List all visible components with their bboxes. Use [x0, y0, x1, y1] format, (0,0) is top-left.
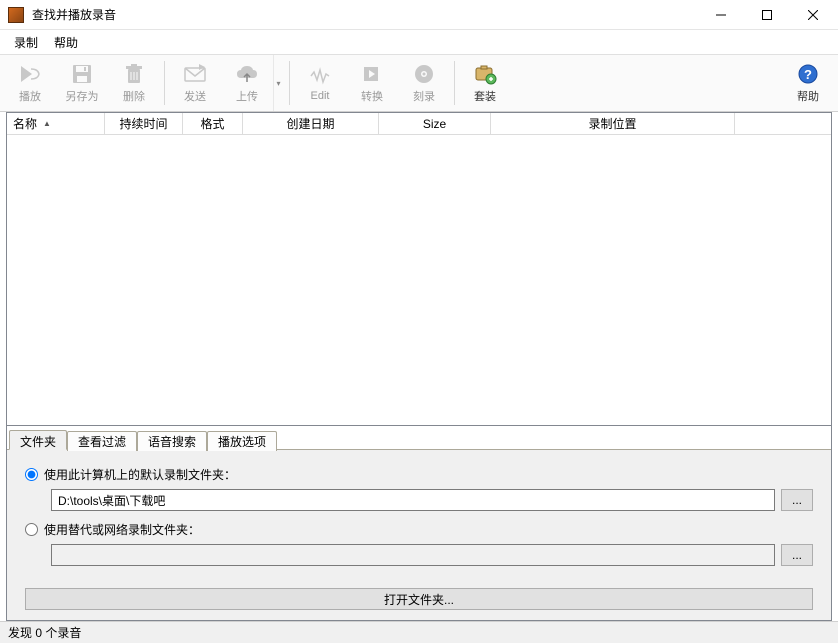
minimize-button[interactable]: [698, 0, 744, 30]
close-button[interactable]: [790, 0, 836, 30]
col-size[interactable]: Size: [379, 113, 491, 134]
list-header: 名称▲ 持续时间 格式 创建日期 Size 录制位置: [7, 113, 831, 135]
trash-icon: [120, 62, 148, 86]
edit-waveform-icon: [306, 64, 334, 88]
col-format[interactable]: 格式: [183, 113, 243, 134]
disc-icon: [410, 62, 438, 86]
browse-default-button[interactable]: ...: [781, 489, 813, 511]
bottom-panel: 文件夹 查看过滤 语音搜索 播放选项 使用此计算机上的默认录制文件夹： ... …: [6, 426, 832, 621]
recordings-list[interactable]: 名称▲ 持续时间 格式 创建日期 Size 录制位置: [6, 112, 832, 426]
minimize-icon: [716, 10, 726, 20]
suite-icon: [471, 62, 499, 86]
tab-filter[interactable]: 查看过滤: [67, 431, 137, 451]
toolbar: 播放 另存为 删除 发送 上传 ▾ Edit 转换: [0, 54, 838, 112]
convert-button[interactable]: 转换: [346, 55, 398, 111]
maximize-icon: [762, 10, 772, 20]
default-path-input[interactable]: [51, 489, 775, 511]
envelope-icon: [181, 62, 209, 86]
browse-alt-button[interactable]: ...: [781, 544, 813, 566]
folder-tab-content: 使用此计算机上的默认录制文件夹： ... 使用替代或网络录制文件夹： ...: [7, 450, 831, 584]
status-bar: 发现 0 个录音: [0, 621, 838, 643]
svg-text:?: ?: [804, 67, 812, 82]
upload-dropdown[interactable]: ▾: [273, 55, 283, 111]
sort-asc-icon: ▲: [43, 119, 51, 128]
tab-play-options[interactable]: 播放选项: [207, 431, 277, 451]
col-duration[interactable]: 持续时间: [105, 113, 183, 134]
col-location[interactable]: 录制位置: [491, 113, 735, 134]
toolbar-separator: [289, 61, 290, 105]
delete-button[interactable]: 删除: [108, 55, 160, 111]
close-icon: [808, 10, 818, 20]
default-path-row: ...: [51, 489, 813, 511]
convert-icon: [358, 62, 386, 86]
tab-folder[interactable]: 文件夹: [9, 430, 67, 450]
use-default-label[interactable]: 使用此计算机上的默认录制文件夹：: [44, 466, 236, 483]
edit-button[interactable]: Edit: [294, 55, 346, 111]
save-icon: [68, 62, 96, 86]
col-spacer: [735, 113, 831, 134]
send-button[interactable]: 发送: [169, 55, 221, 111]
help-icon: ?: [794, 62, 822, 86]
suite-button[interactable]: 套装: [459, 55, 511, 111]
upload-button[interactable]: 上传: [221, 55, 273, 111]
menu-bar: 录制 帮助: [0, 30, 838, 54]
tab-strip: 文件夹 查看过滤 语音搜索 播放选项: [7, 426, 831, 450]
use-alt-radio[interactable]: [25, 523, 38, 536]
window-title: 查找并播放录音: [30, 6, 698, 23]
title-bar: 查找并播放录音: [0, 0, 838, 30]
menu-record[interactable]: 录制: [6, 32, 46, 53]
alt-path-row: ...: [51, 544, 813, 566]
col-created[interactable]: 创建日期: [243, 113, 379, 134]
cloud-upload-icon: [233, 62, 261, 86]
help-button[interactable]: ? 帮助: [782, 55, 834, 111]
status-text: 发现 0 个录音: [8, 624, 81, 641]
content-area: 名称▲ 持续时间 格式 创建日期 Size 录制位置 文件夹 查看过滤 语音搜索…: [6, 112, 832, 621]
toolbar-separator: [164, 61, 165, 105]
col-name[interactable]: 名称▲: [7, 113, 105, 134]
use-alt-row: 使用替代或网络录制文件夹：: [25, 521, 813, 538]
app-icon: [8, 7, 24, 23]
use-default-radio[interactable]: [25, 468, 38, 481]
menu-help[interactable]: 帮助: [46, 32, 86, 53]
list-body[interactable]: [7, 135, 831, 425]
maximize-button[interactable]: [744, 0, 790, 30]
toolbar-separator: [454, 61, 455, 105]
use-alt-label[interactable]: 使用替代或网络录制文件夹：: [44, 521, 200, 538]
use-default-row: 使用此计算机上的默认录制文件夹：: [25, 466, 813, 483]
burn-button[interactable]: 刻录: [398, 55, 450, 111]
play-button[interactable]: 播放: [4, 55, 56, 111]
alt-path-input: [51, 544, 775, 566]
tab-voice-search[interactable]: 语音搜索: [137, 431, 207, 451]
open-folder-button[interactable]: 打开文件夹...: [25, 588, 813, 610]
play-icon: [16, 62, 44, 86]
save-as-button[interactable]: 另存为: [56, 55, 108, 111]
